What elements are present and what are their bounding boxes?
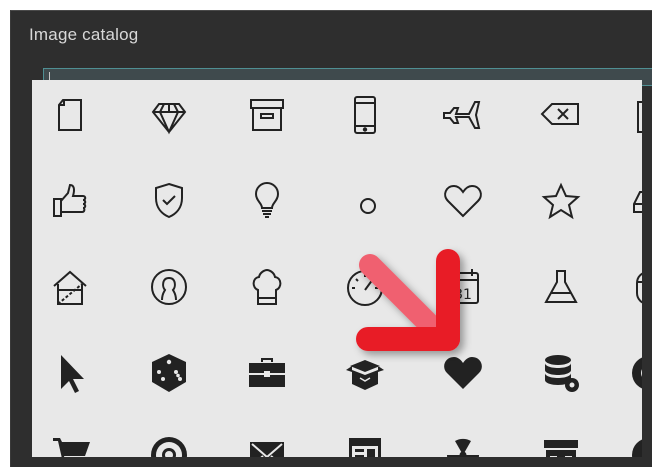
shield-check-icon[interactable] <box>142 174 196 228</box>
lifebuoy-icon[interactable] <box>142 428 196 457</box>
shopping-cart-icon[interactable] <box>44 428 98 457</box>
annotation-arrow <box>356 249 460 351</box>
cursor-arrow-icon[interactable] <box>44 346 98 400</box>
chef-hat-icon[interactable] <box>240 260 294 314</box>
house-frame-icon[interactable] <box>44 260 98 314</box>
star-outline-icon[interactable] <box>534 174 588 228</box>
flask-icon[interactable] <box>534 260 588 314</box>
lightbulb-icon[interactable] <box>240 174 294 228</box>
mouse-icon[interactable] <box>622 260 642 314</box>
user-circle-icon[interactable] <box>142 260 196 314</box>
chart-partial-icon[interactable] <box>622 428 642 457</box>
window-title: Image catalog <box>29 25 139 44</box>
hidden-by-arrow-icon[interactable] <box>338 174 392 228</box>
heart-outline-icon[interactable] <box>436 174 490 228</box>
smartphone-icon[interactable] <box>338 88 392 142</box>
envelope-icon[interactable] <box>240 428 294 457</box>
backspace-icon[interactable] <box>534 88 588 142</box>
briefcase-icon[interactable] <box>240 346 294 400</box>
diamond-icon[interactable] <box>142 88 196 142</box>
thumbs-up-icon[interactable] <box>44 174 98 228</box>
lifebuoy-partial-icon[interactable] <box>622 346 642 400</box>
radiation-icon[interactable] <box>436 428 490 457</box>
storefront-icon[interactable] <box>534 428 588 457</box>
airplane-icon[interactable] <box>436 88 490 142</box>
archive-box-icon[interactable] <box>240 88 294 142</box>
database-gear-icon[interactable] <box>534 346 588 400</box>
icon-grid: 31 <box>32 80 642 457</box>
document-icon[interactable] <box>44 88 98 142</box>
hard-drive-icon[interactable] <box>622 174 642 228</box>
clipboard-icon[interactable] <box>622 88 642 142</box>
browser-window-icon[interactable] <box>338 428 392 457</box>
dice-icon[interactable] <box>142 346 196 400</box>
